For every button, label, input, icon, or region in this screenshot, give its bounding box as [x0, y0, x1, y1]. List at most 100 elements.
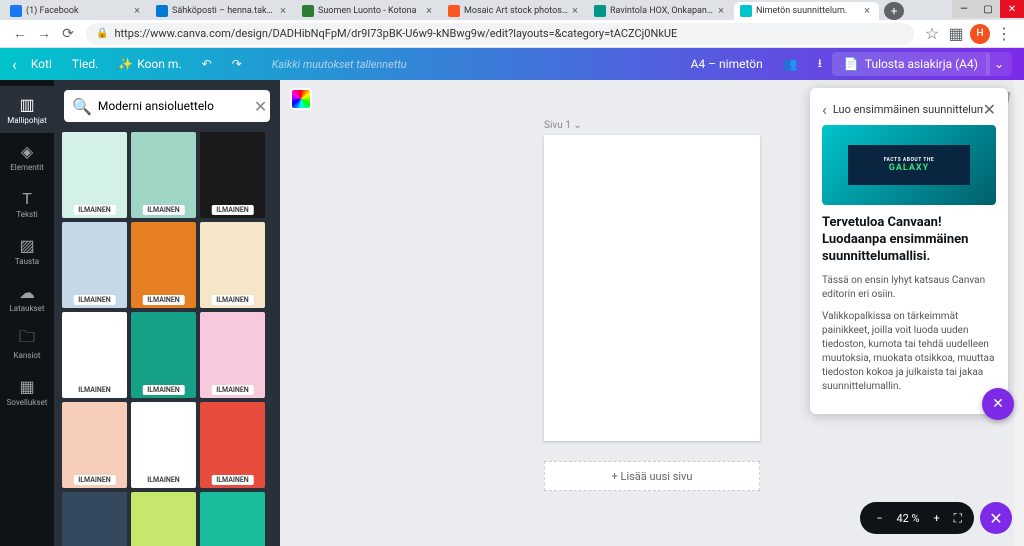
rail-elements[interactable]: ◈Elementit — [0, 133, 54, 180]
bookmark-button[interactable]: ☆ — [920, 22, 944, 46]
publish-label: Tulosta asiakirja (A4) — [865, 57, 978, 71]
browser-tab[interactable]: Nimetön suunnittelum.× — [734, 2, 879, 20]
text-icon: T — [17, 188, 37, 208]
page-label[interactable]: Sivu 1 ⌄ — [544, 120, 582, 131]
tab-close-icon[interactable]: × — [131, 5, 143, 17]
chrome-menu-button[interactable]: ⋮ — [992, 22, 1016, 46]
tab-close-icon[interactable]: × — [277, 5, 289, 17]
nav-back-button[interactable]: ← — [8, 22, 32, 46]
template-thumbnail[interactable]: ILMAINEN — [200, 312, 265, 398]
free-badge: ILMAINEN — [211, 205, 254, 215]
onboard-paragraph: Valikkopalkissa on tärkeimmät painikkeet… — [822, 310, 996, 394]
onboard-image: FACTS ABOUT THEGALAXY — [822, 125, 996, 205]
search-input[interactable] — [98, 99, 254, 113]
template-thumbnail[interactable]: ILMAINEN — [131, 222, 196, 308]
tab-close-icon[interactable]: × — [569, 5, 581, 17]
template-thumbnail[interactable]: ILMAINEN — [62, 402, 127, 488]
template-thumbnail[interactable]: ILMAINEN — [200, 132, 265, 218]
fullscreen-button[interactable]: ⛶ — [954, 511, 962, 526]
templates-panel: 🔍 ✕ ILMAINENILMAINENILMAINENILMAINENILMA… — [54, 80, 280, 546]
apps-icon: ▦ — [17, 376, 37, 396]
rail-apps[interactable]: ▦Sovellukset — [0, 368, 54, 415]
rail-label: Lataukset — [9, 304, 44, 313]
free-badge: ILMAINEN — [73, 205, 116, 215]
favicon-icon — [302, 5, 314, 17]
rail-background[interactable]: ▨ Tausta — [0, 227, 54, 274]
browser-tab[interactable]: Ravintola HOX, Onkapannu, k× — [588, 2, 733, 20]
template-thumbnail[interactable]: ILMAINEN — [62, 132, 127, 218]
browser-tab[interactable]: Mosaic Art stock photos and× — [442, 2, 587, 20]
nav-reload-button[interactable]: ⟳ — [56, 22, 80, 46]
share-button[interactable]: 👥 — [773, 53, 808, 75]
search-icon: 🔍 — [72, 97, 92, 116]
color-picker-button[interactable] — [290, 88, 312, 110]
template-thumbnail[interactable]: ILMAINEN — [131, 132, 196, 218]
template-thumbnail[interactable]: ILMAINEN — [200, 222, 265, 308]
window-minimize[interactable]: — — [952, 0, 976, 18]
favicon-icon — [10, 5, 22, 17]
rail-templates[interactable]: ▥Mallipohjat — [0, 86, 54, 133]
browser-tab[interactable]: (1) Facebook× — [4, 2, 149, 20]
background-icon: ▨ — [17, 235, 37, 255]
free-badge: ILMAINEN — [142, 475, 185, 485]
tab-close-icon[interactable]: × — [861, 5, 873, 17]
template-thumbnail[interactable]: ILMAINEN — [62, 492, 127, 546]
template-thumbnail[interactable]: ILMAINEN — [62, 222, 127, 308]
home-button[interactable]: Koti — [21, 53, 62, 75]
resize-button[interactable]: ✨ Koon m. — [108, 53, 191, 75]
download-button[interactable]: ⭳ — [808, 50, 832, 79]
url-input[interactable]: 🔒 https://www.canva.com/design/DADHibNqF… — [86, 23, 914, 45]
onboard-close-button[interactable]: ✕ — [983, 100, 996, 119]
undo-button[interactable]: ↶ — [192, 53, 222, 75]
rail-text[interactable]: TTeksti — [0, 180, 54, 227]
window-close[interactable]: ✕ — [1000, 0, 1024, 18]
free-badge: ILMAINEN — [211, 475, 254, 485]
tab-label: Ravintola HOX, Onkapannu, k — [610, 6, 715, 16]
zoom-out-button[interactable]: − — [872, 512, 886, 525]
rail-uploads[interactable]: ☁ Lataukset — [0, 274, 54, 321]
elements-icon: ◈ — [17, 141, 37, 161]
file-button[interactable]: Tied. — [62, 53, 108, 75]
back-to-home-icon[interactable]: ‹ — [12, 55, 17, 74]
template-search[interactable]: 🔍 ✕ — [64, 90, 270, 122]
onboard-next-button[interactable]: ✕ — [982, 388, 1014, 420]
template-thumbnail[interactable]: ILMAINEN — [200, 402, 265, 488]
uploads-icon: ☁ — [17, 282, 37, 302]
document-page[interactable] — [544, 135, 760, 441]
template-thumbnail[interactable]: ILMAINEN — [131, 492, 196, 546]
redo-button[interactable]: ↷ — [222, 53, 252, 75]
template-thumbnail[interactable]: ILMAINEN — [62, 312, 127, 398]
publish-dropdown[interactable]: ⌄ — [986, 52, 1012, 76]
profile-button[interactable]: H — [968, 22, 992, 46]
template-thumbnail[interactable]: ILMAINEN — [131, 402, 196, 488]
add-page-button[interactable]: + Lisää uusi sivu — [544, 461, 760, 491]
window-maximize[interactable]: ▢ — [976, 0, 1000, 18]
favicon-icon — [156, 5, 168, 17]
browser-tab-bar: (1) Facebook× Sähköposti – henna.takala@… — [0, 0, 1024, 20]
rail-folders[interactable]: 🗀Kansiot — [0, 321, 54, 368]
zoom-in-button[interactable]: + — [930, 512, 944, 525]
rail-label: Tausta — [15, 257, 39, 266]
address-bar: ← → ⟳ 🔒 https://www.canva.com/design/DAD… — [0, 20, 1024, 48]
new-tab-button[interactable]: + — [884, 2, 904, 20]
free-badge: ILMAINEN — [211, 295, 254, 305]
tab-close-icon[interactable]: × — [423, 5, 435, 17]
template-thumbnail[interactable]: ILMAINEN — [200, 492, 265, 546]
browser-tab[interactable]: Suomen Luonto - Kotona× — [296, 2, 441, 20]
clear-search-icon[interactable]: ✕ — [254, 97, 267, 116]
extension-icon[interactable]: ▦ — [944, 22, 968, 46]
rail-label: Mallipohjat — [7, 116, 47, 125]
publish-button[interactable]: 📄 Tulosta asiakirja (A4) — [832, 52, 990, 76]
tab-label: Nimetön suunnittelum. — [756, 6, 861, 16]
browser-tab[interactable]: Sähköposti – henna.takala@k× — [150, 2, 295, 20]
nav-forward-button[interactable]: → — [32, 22, 56, 46]
document-name[interactable]: A4 – nimetön — [681, 53, 773, 75]
free-badge: ILMAINEN — [142, 205, 185, 215]
onboard-heading: Tervetuloa Canvaan! Luodaanpa ensimmäine… — [822, 215, 996, 266]
template-thumbnail[interactable]: ILMAINEN — [131, 312, 196, 398]
help-button[interactable]: ✕ — [980, 502, 1012, 534]
tab-close-icon[interactable]: × — [715, 5, 727, 17]
url-text: https://www.canva.com/design/DADHibNqFpM… — [114, 27, 677, 40]
onboard-back-button[interactable]: ‹ — [822, 100, 827, 119]
free-badge: ILMAINEN — [142, 385, 185, 395]
